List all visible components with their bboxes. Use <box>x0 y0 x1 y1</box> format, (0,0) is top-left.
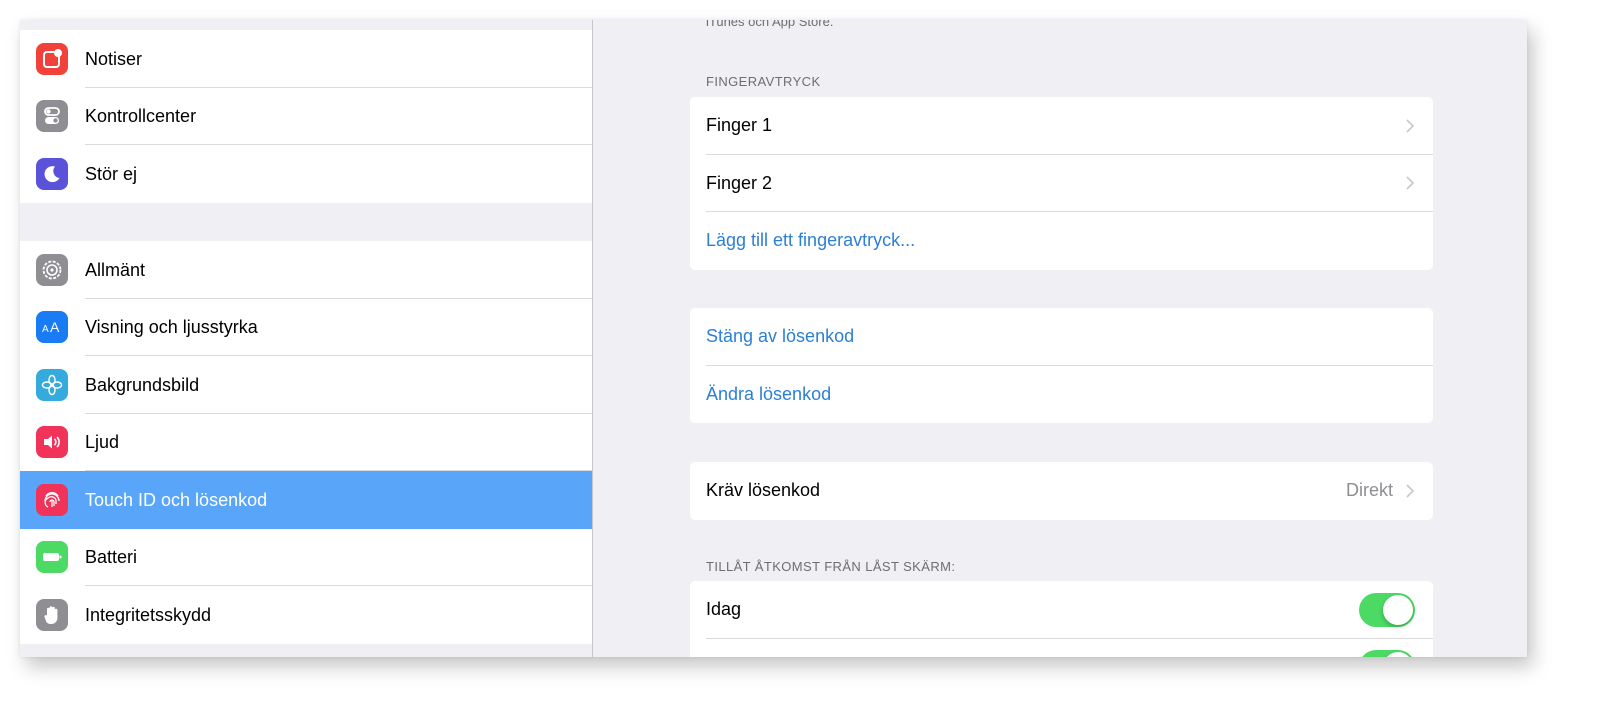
sidebar-item-visning[interactable]: AA Visning och ljusstyrka <box>20 299 592 357</box>
svg-text:A: A <box>50 319 60 335</box>
speaker-icon <box>36 426 68 459</box>
sidebar-item-label: Visning och ljusstyrka <box>85 317 258 338</box>
sidebar-item-label: Bakgrundsbild <box>85 374 200 395</box>
itunes-footer-text: iTunes och App Store. <box>706 20 834 29</box>
turn-off-passcode-label: Stäng av lösenkod <box>706 326 855 347</box>
sidebar-item-label: Integritetsskydd <box>85 604 212 625</box>
today-label: Idag <box>706 599 742 620</box>
settings-window: Notiser Kontrollcenter Stör ej Allmänt A… <box>20 20 1527 657</box>
battery-icon <box>36 541 68 574</box>
finger-2-label: Finger 2 <box>706 172 773 193</box>
sidebar-item-kontrollcenter[interactable]: Kontrollcenter <box>20 88 592 146</box>
finger-2-row[interactable]: Finger 2 <box>690 155 1433 213</box>
toggle-knob <box>1383 652 1413 657</box>
control-center-icon <box>36 100 68 133</box>
fingerprint-icon <box>36 483 68 516</box>
finger-1-label: Finger 1 <box>706 115 773 136</box>
sidebar-item-bakgrundsbild[interactable]: Bakgrundsbild <box>20 356 592 414</box>
change-passcode-label: Ändra lösenkod <box>706 383 832 404</box>
require-passcode-value: Direkt <box>1345 480 1393 501</box>
sidebar-item-label: Batteri <box>85 547 138 568</box>
fingerprints-section-header: FINGERAVTRYCK <box>706 74 821 89</box>
add-fingerprint-button[interactable]: Lägg till ett fingeravtryck... <box>690 212 1433 270</box>
finger-1-row[interactable]: Finger 1 <box>690 97 1433 155</box>
hand-icon <box>36 598 68 631</box>
change-passcode-button[interactable]: Ändra lösenkod <box>690 366 1433 424</box>
fingerprints-card: Finger 1 Finger 2 Lägg till ett fingerav… <box>690 97 1433 270</box>
chevron-right-icon <box>1406 119 1415 133</box>
sidebar-group-2: Allmänt AA Visning och ljusstyrka Bakgru… <box>20 241 592 644</box>
sidebar-item-touch-id[interactable]: Touch ID och lösenkod <box>20 471 592 529</box>
sidebar-group-1: Notiser Kontrollcenter Stör ej <box>20 30 592 203</box>
sidebar-item-label: Ljud <box>85 432 120 453</box>
chevron-right-icon <box>1406 176 1415 190</box>
gear-icon <box>36 253 68 286</box>
sidebar-item-notiser[interactable]: Notiser <box>20 30 592 88</box>
lock-screen-access-card: Idag <box>690 581 1433 657</box>
wallpaper-icon <box>36 368 68 401</box>
toggle-knob <box>1383 594 1413 625</box>
touch-id-detail-pane: iTunes och App Store. FINGERAVTRYCK Fing… <box>594 20 1527 657</box>
today-row: Idag <box>690 581 1433 639</box>
sidebar-item-label: Touch ID och lösenkod <box>85 489 268 510</box>
sidebar-item-stor-ej[interactable]: Stör ej <box>20 145 592 203</box>
moon-icon <box>36 157 68 190</box>
sidebar-item-ljud[interactable]: Ljud <box>20 414 592 472</box>
require-passcode-row[interactable]: Kräv lösenkod Direkt <box>690 462 1433 520</box>
passcode-card: Stäng av lösenkod Ändra lösenkod <box>690 308 1433 423</box>
sidebar-item-label: Stör ej <box>85 163 138 184</box>
turn-off-passcode-button[interactable]: Stäng av lösenkod <box>690 308 1433 366</box>
require-passcode-card: Kräv lösenkod Direkt <box>690 462 1433 520</box>
settings-sidebar: Notiser Kontrollcenter Stör ej Allmänt A… <box>20 20 593 657</box>
notifications-icon <box>36 42 68 75</box>
add-fingerprint-label: Lägg till ett fingeravtryck... <box>706 230 916 251</box>
svg-text:A: A <box>42 324 49 335</box>
require-passcode-label: Kräv lösenkod <box>706 480 821 501</box>
chevron-right-icon <box>1406 484 1415 498</box>
today-toggle[interactable] <box>1359 592 1415 627</box>
sidebar-item-allmant[interactable]: Allmänt <box>20 241 592 299</box>
lock-screen-access-header: TILLÅT ÅTKOMST FRÅN LÅST SKÄRM: <box>706 559 956 574</box>
next-toggle[interactable] <box>1359 650 1415 657</box>
next-toggle-row <box>690 639 1433 657</box>
sidebar-item-integritetsskydd[interactable]: Integritetsskydd <box>20 586 592 644</box>
sidebar-item-label: Kontrollcenter <box>85 106 197 127</box>
sidebar-item-batteri[interactable]: Batteri <box>20 529 592 587</box>
display-brightness-icon: AA <box>36 311 68 344</box>
sidebar-item-label: Notiser <box>85 48 143 69</box>
sidebar-item-label: Allmänt <box>85 259 146 280</box>
